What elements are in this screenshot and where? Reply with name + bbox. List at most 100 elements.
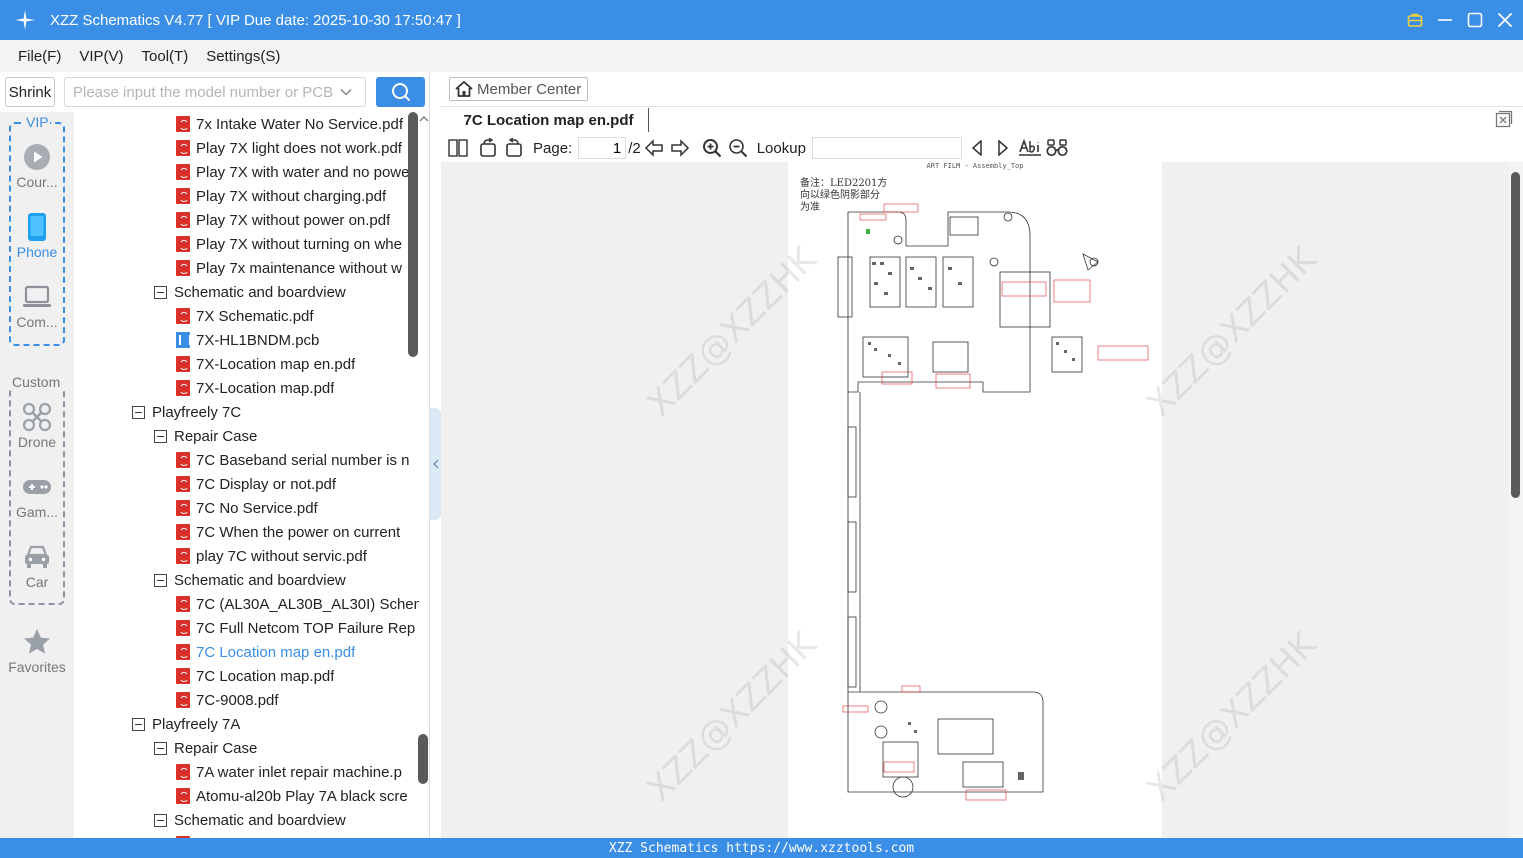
tree-folder[interactable]: Playfreely 7C <box>74 400 419 424</box>
viewer-scrollbar-thumb[interactable] <box>1511 172 1520 498</box>
collapse-toggle-icon[interactable] <box>154 285 167 299</box>
tree-file[interactable]: Play 7X without power on.pdf <box>74 208 419 232</box>
tree-file[interactable]: 7C (AL30A_AL30B_AL30I) Schem <box>74 592 419 616</box>
tree-file[interactable]: 7C When the power on current <box>74 520 419 544</box>
collapse-toggle-icon[interactable] <box>132 405 145 419</box>
tree-scrollbar-thumb[interactable] <box>408 112 418 357</box>
menu-tool[interactable]: Tool(T) <box>134 48 197 65</box>
pdf-file-icon <box>176 788 190 804</box>
tree-folder[interactable]: Repair Case <box>74 424 419 448</box>
tree-file[interactable]: 7C Full Netcom TOP Failure Rep <box>74 616 419 640</box>
tree-file[interactable]: Play 7X without turning on whe <box>74 232 419 256</box>
tree-file[interactable]: 7C Baseband serial number is n <box>74 448 419 472</box>
nav-game[interactable]: Gam... <box>0 472 74 520</box>
rotate-right-icon[interactable] <box>503 137 525 159</box>
scroll-up-icon[interactable] <box>419 115 429 123</box>
prev-page-icon[interactable] <box>643 137 665 159</box>
shrink-button[interactable]: Shrink <box>5 77 55 107</box>
tree-item-label: 7C When the power on current <box>196 523 401 541</box>
tree-file[interactable]: Play 7X light does not work.pdf <box>74 136 419 160</box>
nav-courses[interactable]: Cour... <box>0 142 74 190</box>
collapse-toggle-icon[interactable] <box>154 573 167 587</box>
next-page-icon[interactable] <box>669 137 691 159</box>
close-tabs-icon[interactable] <box>1495 110 1513 128</box>
maximize-button[interactable] <box>1467 12 1483 28</box>
pdf-toolbar: Page: /2 Lookup <box>441 134 1523 162</box>
tree-file[interactable]: Play 7X without charging.pdf <box>74 184 419 208</box>
collapse-toggle-icon[interactable] <box>154 429 167 443</box>
find-all-icon[interactable] <box>1046 137 1068 159</box>
pdf-file-icon <box>176 524 190 540</box>
lookup-label: Lookup <box>756 139 806 157</box>
pdf-file-icon <box>176 356 190 372</box>
tree-item-label: 7X-Location map en.pdf <box>196 355 356 373</box>
tree-file[interactable]: 7X-Location map.pdf <box>74 376 419 400</box>
tree-file[interactable]: Atomu-al20b Play 7A black scre <box>74 784 419 808</box>
zoom-in-icon[interactable] <box>701 137 723 159</box>
collapse-toggle-icon[interactable] <box>154 741 167 755</box>
tree-file[interactable]: 7A water inlet repair machine.p <box>74 760 419 784</box>
menu-vip[interactable]: VIP(V) <box>71 48 131 65</box>
pdf-file-icon <box>176 164 190 180</box>
tree-scrollbar-thumb-lower[interactable] <box>418 734 428 784</box>
tree-file[interactable]: 7X-Location map en.pdf <box>74 352 419 376</box>
tree-file[interactable]: 7C Display or not.pdf <box>74 472 419 496</box>
tree-item-label: 7X Schematic.pdf <box>196 307 314 325</box>
search-icon <box>391 83 410 102</box>
page-number-input[interactable] <box>578 137 627 159</box>
tree-file[interactable]: Play 7x maintenance without w <box>74 256 419 280</box>
collapse-toggle-icon[interactable] <box>154 813 167 827</box>
nav-car[interactable]: Car <box>0 542 74 590</box>
close-button[interactable] <box>1497 12 1513 28</box>
tree-file[interactable]: 7x Intake Water No Service.pdf <box>74 112 419 136</box>
find-next-icon[interactable] <box>992 137 1014 159</box>
drone-icon <box>22 402 52 432</box>
gamepad-icon <box>22 472 52 502</box>
nav-favorites[interactable]: Favorites <box>0 627 74 675</box>
tree-file[interactable]: 7X-HL1BNDM.pcb <box>74 328 419 352</box>
tree-file[interactable]: 7X Schematic.pdf <box>74 304 419 328</box>
lookup-input[interactable] <box>811 137 962 159</box>
tree-folder[interactable]: Schematic and boardview <box>74 808 419 832</box>
nav-phone-label: Phone <box>16 244 58 260</box>
collapse-toggle-icon[interactable] <box>132 717 145 731</box>
pdf-viewer[interactable]: ART FILM - Assembly_Top 备注：LED2201方 向以绿色… <box>441 162 1523 838</box>
rotate-left-icon[interactable] <box>477 137 499 159</box>
nav-phone[interactable]: Phone <box>0 212 74 260</box>
tree-file[interactable]: 7C No Service.pdf <box>74 496 419 520</box>
tree-file[interactable]: 7C Location map.pdf <box>74 664 419 688</box>
search-button[interactable] <box>376 77 425 107</box>
nav-computer[interactable]: Com... <box>0 282 74 330</box>
tree-file[interactable]: 7C Location map en.pdf <box>74 640 419 664</box>
member-center-button[interactable]: Member Center <box>449 77 589 101</box>
search-input[interactable] <box>65 83 335 101</box>
minimize-button[interactable] <box>1437 12 1453 28</box>
briefcase-icon[interactable] <box>1407 12 1423 28</box>
pdf-file-icon <box>176 668 190 684</box>
tree-item-label: Play 7X without charging.pdf <box>196 187 387 205</box>
pdf-file-icon <box>176 764 190 780</box>
tree-folder[interactable]: Repair Case <box>74 736 419 760</box>
home-icon <box>455 80 473 97</box>
two-page-view-icon[interactable] <box>447 137 469 159</box>
chevron-down-icon[interactable] <box>339 85 353 99</box>
tree-file[interactable]: Play 7X with water and no powe <box>74 160 419 184</box>
pdf-file-icon <box>176 500 190 516</box>
tree-folder[interactable]: Playfreely 7A <box>74 712 419 736</box>
menu-settings[interactable]: Settings(S) <box>198 48 288 65</box>
tree-file[interactable]: play 7C without servic.pdf <box>74 544 419 568</box>
tab-7c-location-map[interactable]: 7C Location map en.pdf <box>449 108 649 132</box>
tab-separator <box>441 106 1523 107</box>
menu-file[interactable]: File(F) <box>10 48 69 65</box>
match-case-icon[interactable] <box>1018 137 1042 159</box>
board-layout-drawing <box>837 203 1149 801</box>
vip-group-label: VIP <box>25 114 50 130</box>
find-prev-icon[interactable] <box>966 137 988 159</box>
nav-drone[interactable]: Drone <box>0 402 74 450</box>
zoom-out-icon[interactable] <box>727 137 749 159</box>
tree-folder[interactable]: Schematic and boardview <box>74 568 419 592</box>
tree-file[interactable]: 7C-9008.pdf <box>74 688 419 712</box>
tree-folder[interactable]: Schematic and boardview <box>74 280 419 304</box>
tree-item-label: 7C Location map.pdf <box>196 667 335 685</box>
laptop-icon <box>22 282 52 312</box>
